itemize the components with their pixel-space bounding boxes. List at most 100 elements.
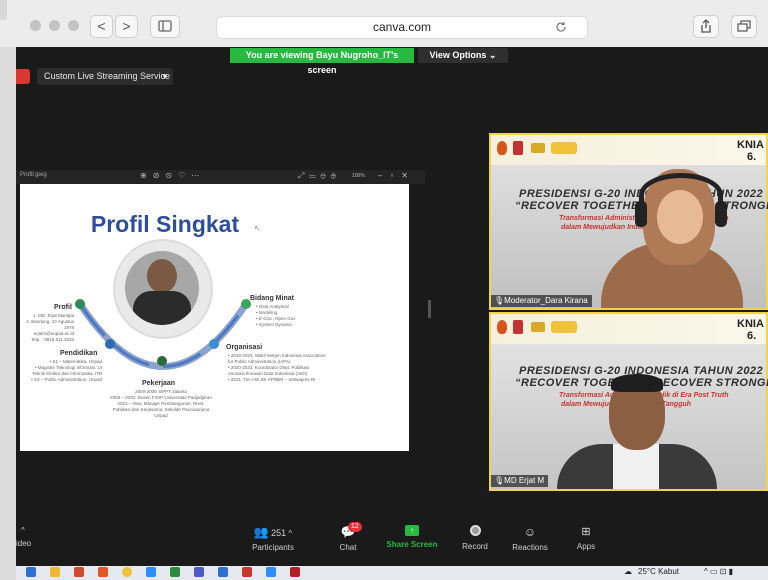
sidebar-icon [158, 20, 172, 32]
participant-hair [611, 374, 663, 392]
apps-button[interactable]: ⊞ Apps [570, 525, 602, 551]
caret-up-icon[interactable]: ^ [288, 529, 292, 538]
address-bar[interactable]: canva.com [216, 16, 588, 39]
viewer-tools-icons[interactable]: ⊕⊘⊙♡⋯ [140, 171, 205, 180]
headphone-cup [715, 201, 727, 227]
section-label-pekerjaan: Pekerjaan [142, 380, 176, 387]
participant-name-label: 🎙MD Erjat M [491, 475, 549, 487]
section-label-organisasi: Organisasi [226, 344, 263, 351]
logo-icon [513, 141, 523, 155]
forward-button[interactable]: > [115, 15, 138, 38]
headphones-icon [639, 173, 723, 217]
app-icon[interactable] [266, 567, 276, 577]
caret-up-icon[interactable]: ^ [21, 526, 25, 535]
mic-icon: 🎙 [494, 476, 505, 485]
section-bidang-minat-text: • Data Analytical • Modeling • E-Gov., O… [256, 304, 296, 327]
window-controls-icons[interactable]: –▫✕ [378, 171, 416, 180]
share-button[interactable] [693, 15, 719, 38]
window-edge [0, 0, 7, 20]
participant-shirt [613, 444, 659, 489]
app-icon[interactable] [74, 567, 84, 577]
weather-text[interactable]: 25°C Kabut [638, 567, 679, 576]
chat-button[interactable]: 💬 12 Chat [328, 522, 368, 552]
excel-icon[interactable] [170, 567, 180, 577]
chevron-down-icon: ▾ [162, 71, 167, 81]
logo-icon [531, 322, 545, 332]
zoom-icon[interactable] [146, 567, 156, 577]
participants-icon: 👥 [253, 525, 269, 539]
teams-icon[interactable] [194, 567, 204, 577]
app-icon[interactable] [98, 567, 108, 577]
url-text: canva.com [372, 20, 432, 34]
mic-icon: 🎙 [494, 296, 505, 305]
record-label: Record [462, 542, 488, 551]
window-minimize-button[interactable] [49, 20, 60, 31]
reactions-button[interactable]: ☺ Reactions [508, 525, 552, 552]
participant-name-label: 🎙Moderator_Dara Kirana [491, 295, 592, 307]
node-pendidikan [105, 339, 115, 349]
share-icon [701, 19, 711, 33]
chrome-icon[interactable] [122, 567, 132, 577]
zoom-tools-icons[interactable]: ⤢▭⊖⊕ [298, 171, 341, 181]
record-icon [469, 525, 481, 536]
share-screen-label: Share Screen [386, 540, 438, 549]
tile-corner-sub: 6. [747, 330, 757, 342]
tile-corner-sub: 6. [747, 151, 757, 163]
viewing-banner: You are viewing Bayu Nugroho_IT's screen [230, 48, 414, 75]
share-screen-icon: ↑ [405, 525, 419, 536]
app-icon[interactable] [242, 567, 252, 577]
system-tray[interactable]: ^ ▭ ⊡ ▮ [704, 567, 733, 576]
section-label-pendidikan: Pendidikan [60, 350, 98, 357]
back-button[interactable]: < [90, 15, 113, 38]
window-zoom-button[interactable] [68, 20, 79, 31]
shared-window-name: Profil.jpeg [20, 172, 47, 178]
tabs-button[interactable] [731, 15, 757, 38]
pdf-icon[interactable] [290, 567, 300, 577]
reactions-label: Reactions [512, 543, 548, 552]
tile-corner-text: KNIA [737, 318, 764, 330]
live-streaming-label: Custom Live Streaming Service [44, 71, 171, 81]
stop-video-button[interactable]: ^ ideo [16, 525, 46, 548]
video-tile-speaker[interactable]: KNIA 6. PRESIDENSI G-20 INDONESIA TAHUN … [489, 312, 768, 491]
section-pendidikan-text: • S1 – Matematika, Unpad • Magister Tekn… [31, 359, 102, 382]
participants-button[interactable]: 👥 251 ^ Participants [243, 525, 303, 552]
split-handle[interactable] [428, 300, 431, 318]
apps-label: Apps [576, 542, 596, 551]
mouse-cursor-icon: ↖ [254, 224, 261, 233]
participants-count: 251 [271, 528, 287, 538]
start-icon[interactable] [26, 567, 36, 577]
section-organisasi-text: • 2018-2023, Wakil Sekjen Indonesia Asso… [228, 353, 326, 382]
window-close-button[interactable] [30, 20, 41, 31]
live-indicator [16, 69, 30, 84]
left-margin [0, 47, 16, 580]
headphone-cup [635, 201, 647, 227]
logo-icon [497, 320, 507, 334]
view-options-button[interactable]: View Options ⌄ [418, 48, 508, 63]
video-tile-moderator[interactable]: KNIA 6. PRESIDENSI G-20 INDONESIA TAHUN … [489, 133, 768, 310]
video-label: ideo [16, 539, 32, 548]
section-label-bidang-minat: Bidang Minat [250, 295, 294, 302]
reload-icon[interactable] [555, 21, 567, 33]
explorer-icon[interactable] [50, 567, 60, 577]
node-organisasi [209, 339, 219, 349]
apps-icon: ⊞ [581, 526, 591, 538]
logo-icon [497, 141, 507, 155]
zoom-level: 100% [352, 173, 365, 179]
section-label-profil: Profil [54, 304, 72, 311]
section-pekerjaan-text: 2000-2009, BPPT Jakarta 2009 – 2020, Dos… [110, 389, 212, 418]
weather-icon[interactable]: ☁ [624, 567, 632, 576]
logo-icon [513, 320, 523, 334]
sidebar-button[interactable] [150, 15, 180, 38]
logo-icon [551, 321, 577, 333]
node-pekerjaan [157, 356, 167, 366]
slide-title: Profil Singkat [90, 211, 240, 237]
record-button[interactable]: Record [455, 525, 495, 551]
logo-icon [531, 143, 545, 153]
tabs-icon [737, 20, 751, 32]
word-icon[interactable] [218, 567, 228, 577]
section-profil-text: 1. MD. Erjat Munajat 2. Bandung, 23 Agus… [26, 313, 74, 342]
shared-window-titlebar: Profil.jpeg ⊕⊘⊙♡⋯ ⤢▭⊖⊕ 100% –▫✕ [16, 170, 425, 184]
live-streaming-dropdown[interactable]: Custom Live Streaming Service ▾ [37, 68, 173, 85]
participants-label: Participants [252, 543, 294, 552]
share-screen-button[interactable]: ↑ Share Screen [384, 525, 440, 549]
